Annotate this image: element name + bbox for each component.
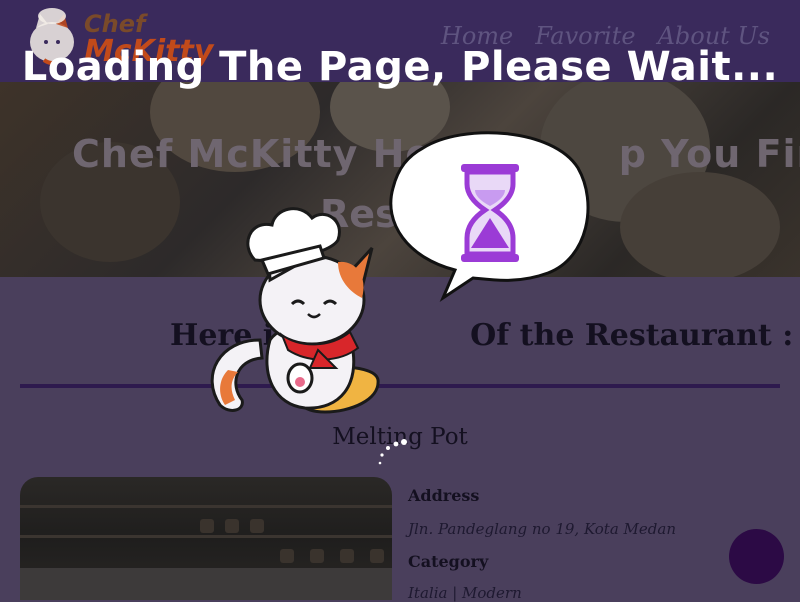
address-label: Address	[408, 486, 480, 505]
loading-spinner-icon	[378, 439, 407, 465]
chef-cat-icon	[210, 207, 380, 414]
section-divider	[20, 384, 780, 388]
chat-fab-button[interactable]	[729, 529, 784, 584]
hourglass-icon	[389, 131, 590, 303]
restaurant-photo[interactable]	[20, 477, 392, 600]
loading-message: Loading The Page, Please Wait...	[21, 44, 779, 90]
category-value: Italia | Modern	[408, 584, 522, 602]
hero-plate	[620, 172, 780, 277]
category-label: Category	[408, 552, 489, 571]
address-value: Jln. Pandeglang no 19, Kota Medan	[408, 520, 676, 538]
